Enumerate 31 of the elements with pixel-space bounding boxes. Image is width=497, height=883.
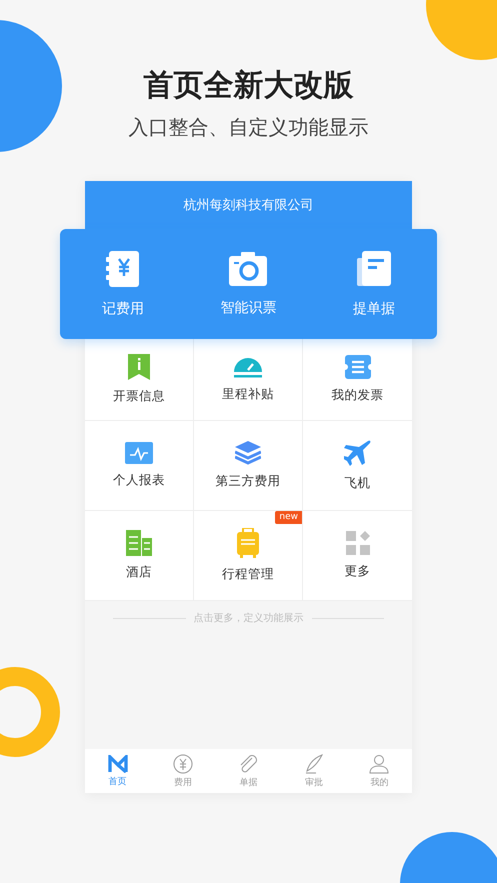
pen-icon <box>304 754 324 774</box>
feature-tile[interactable]: 里程补贴 <box>194 339 303 421</box>
buildings-icon <box>126 530 152 556</box>
feature-tile[interactable]: 酒店 <box>85 511 194 601</box>
chart-icon <box>125 442 153 464</box>
person-icon <box>369 754 390 774</box>
airplane-icon <box>344 439 372 467</box>
grid-icon <box>346 531 370 555</box>
suitcase-icon <box>237 528 259 558</box>
paperclip-icon <box>238 754 258 774</box>
ticket-icon <box>344 355 370 379</box>
document-icon <box>356 250 392 288</box>
feature-tile[interactable]: 飞机 <box>303 421 412 511</box>
company-name: 杭州每刻科技有限公司 <box>184 197 314 214</box>
feature-tile[interactable]: 开票信息 <box>85 339 194 421</box>
hint-text: 点击更多，定义功能展示 <box>194 612 304 625</box>
feature-tile[interactable]: 我的发票 <box>303 339 412 421</box>
layers-icon <box>235 441 261 465</box>
speedometer-icon <box>234 356 262 378</box>
feature-tile[interactable]: 行程管理 new <box>194 511 303 601</box>
feature-tile[interactable]: 个人报表 <box>85 421 194 511</box>
yen-coin-icon <box>173 754 194 774</box>
camera-icon <box>228 251 268 287</box>
feature-tile[interactable]: 第三方费用 <box>194 421 303 511</box>
headline-subtitle: 入口整合、自定义功能显示 <box>128 114 368 140</box>
notebook-icon <box>104 250 141 288</box>
headline-title: 首页全新大改版 <box>144 67 354 105</box>
bookmark-icon <box>128 354 150 380</box>
new-badge: new <box>275 511 302 524</box>
feature-tile[interactable]: 更多 <box>303 511 412 601</box>
logo-icon <box>108 754 128 772</box>
